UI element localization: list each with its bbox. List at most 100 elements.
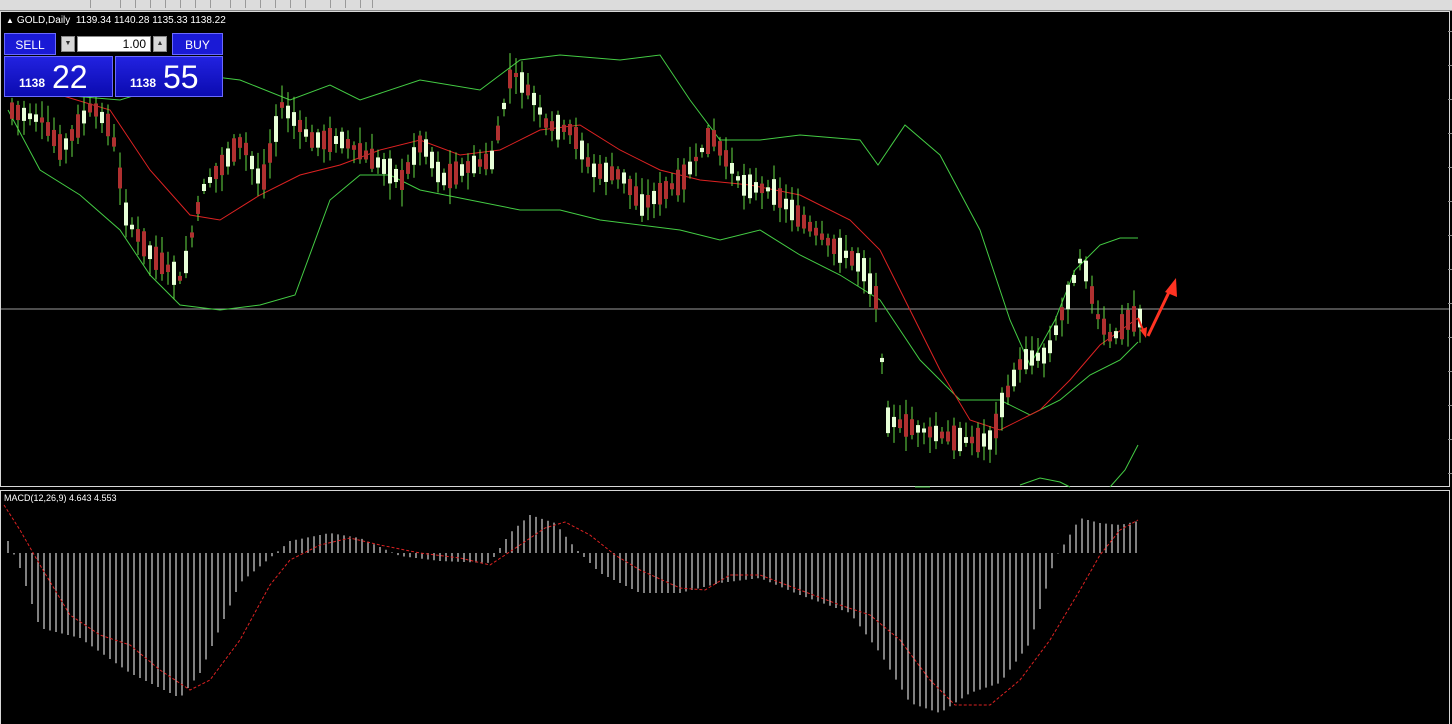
candle-body <box>850 251 854 266</box>
candle-body <box>868 273 872 294</box>
candle-body <box>730 162 734 174</box>
candle-body <box>172 261 176 285</box>
candle-body <box>532 92 536 106</box>
candle-body <box>142 231 146 257</box>
candle-body <box>748 174 752 199</box>
lot-increase-icon[interactable]: ▲ <box>153 36 167 52</box>
lot-size-input[interactable] <box>77 36 151 52</box>
candle-body <box>550 121 554 131</box>
candle-body <box>682 164 686 190</box>
candle-body <box>280 102 284 108</box>
candle-body <box>22 107 26 121</box>
axis-tick <box>1448 337 1452 338</box>
candle-body <box>952 425 956 451</box>
one-click-trading-panel: SELL ▼ ▲ BUY 1138 22 1138 55 <box>4 33 223 97</box>
candle-body <box>64 138 68 150</box>
sell-price-prefix: 1138 <box>19 76 46 90</box>
candle-body <box>256 168 260 184</box>
candle-body <box>502 102 506 110</box>
candle-body <box>358 143 362 160</box>
candle-body <box>334 136 338 144</box>
candle-body <box>616 169 620 180</box>
candle-body <box>742 174 746 196</box>
candle-body <box>448 163 452 189</box>
candle-body <box>766 187 770 192</box>
candle-body <box>226 148 230 167</box>
axis-tick <box>1448 65 1452 66</box>
candle-body <box>514 72 518 78</box>
candle-body <box>202 183 206 192</box>
candle-body <box>1018 359 1022 370</box>
candle-body <box>796 205 800 227</box>
candle-body <box>1066 284 1070 310</box>
sell-price-box[interactable]: 1138 22 <box>4 56 113 97</box>
chart-title: ▲ GOLD,Daily 1139.34 1140.28 1135.33 1138… <box>6 15 226 26</box>
candle-body <box>628 178 632 196</box>
sell-button[interactable]: SELL <box>4 33 56 55</box>
bollinger-lower <box>7 109 1139 416</box>
candle-body <box>694 156 698 162</box>
candle-body <box>1072 275 1076 283</box>
candle-body <box>310 132 314 148</box>
candle-body <box>934 425 938 442</box>
candle-body <box>346 138 350 149</box>
macd-histogram <box>7 515 1137 713</box>
candle-body <box>700 147 704 153</box>
candle-body <box>958 427 962 452</box>
candle-body <box>976 427 980 453</box>
sell-price-pips: 22 <box>52 59 88 95</box>
bollinger-lower-tail-2 <box>1109 444 1139 488</box>
up-arrow-shaft <box>1146 289 1172 337</box>
candle-body <box>304 129 308 137</box>
candle-body <box>844 250 848 258</box>
chart-menu-icon[interactable]: ▲ <box>6 16 14 25</box>
candle-body <box>634 186 638 206</box>
annotation-arrows <box>1137 278 1177 338</box>
axis-tick <box>1448 235 1452 236</box>
axis-tick <box>1448 473 1452 474</box>
candle-body <box>460 164 464 176</box>
candle-body <box>916 425 920 433</box>
candle-body <box>250 155 254 170</box>
buy-button[interactable]: BUY <box>172 33 223 55</box>
candle-body <box>604 162 608 182</box>
candle-body <box>40 117 44 123</box>
candle-body <box>190 232 194 238</box>
candle-body <box>724 150 728 167</box>
candle-body <box>586 157 590 167</box>
candle-body <box>1126 309 1130 330</box>
candle-body <box>610 166 614 181</box>
axis-tick <box>1448 99 1452 100</box>
candle-body <box>736 176 740 181</box>
candle-body <box>520 72 524 93</box>
candle-body <box>28 113 32 120</box>
candle-body <box>1006 385 1010 398</box>
candle-body <box>1084 260 1088 282</box>
candle-body <box>538 107 542 115</box>
candle-body <box>1054 325 1058 336</box>
candle-body <box>472 155 476 174</box>
axis-tick <box>1448 31 1452 32</box>
buy-price-box[interactable]: 1138 55 <box>115 56 223 97</box>
candle-body <box>898 419 902 429</box>
candle-body <box>124 202 128 226</box>
candle-body <box>964 437 968 443</box>
candle-body <box>16 104 20 121</box>
candle-body <box>478 159 482 167</box>
candle-body <box>1120 314 1124 340</box>
candle-body <box>484 153 488 170</box>
axis-tick <box>1448 201 1452 202</box>
candle-body <box>784 198 788 210</box>
candle-body <box>232 138 236 162</box>
candle-body <box>286 105 290 119</box>
candle-body <box>400 170 404 190</box>
candle-body <box>370 148 374 169</box>
candle-body <box>262 164 266 190</box>
candle-body <box>772 179 776 205</box>
chart-canvas <box>1 53 1449 713</box>
candle-body <box>412 147 416 165</box>
candle-body <box>928 426 932 438</box>
candle-body <box>82 110 86 124</box>
candle-body <box>118 167 122 189</box>
lot-decrease-icon[interactable]: ▼ <box>61 36 75 52</box>
